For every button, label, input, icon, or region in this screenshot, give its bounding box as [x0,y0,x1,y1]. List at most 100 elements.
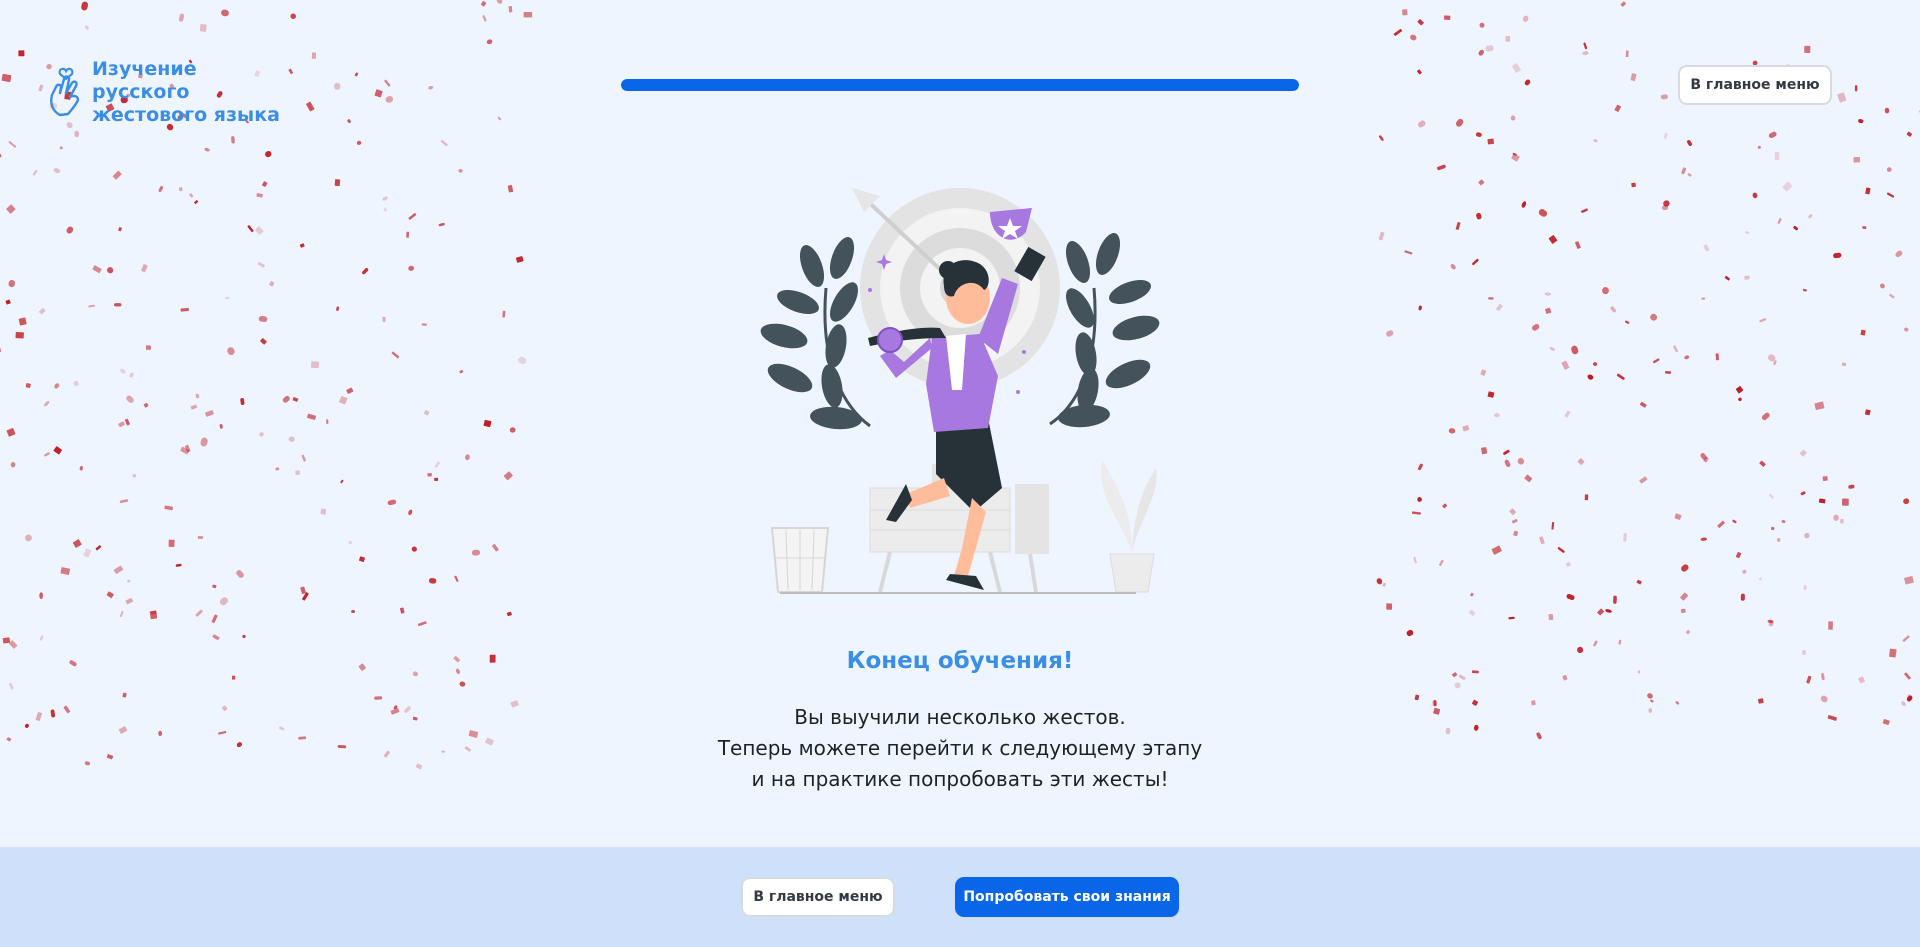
confetti-piece [1752,192,1758,199]
confetti-piece [483,419,492,428]
confetti-piece [1904,575,1914,585]
confetti-piece [1687,173,1692,177]
confetti-piece [347,119,351,124]
confetti-piece [180,446,190,455]
confetti-piece [292,397,299,402]
confetti-piece [1522,15,1529,22]
confetti-piece [1503,449,1510,455]
confetti-piece [458,168,463,173]
confetti-piece [486,39,493,45]
confetti-piece [1411,511,1421,515]
confetti-piece [282,395,290,403]
confetti-piece [25,383,31,389]
confetti-piece [1804,45,1811,54]
confetti-piece [1593,139,1598,143]
try-knowledge-button[interactable]: Попробовать свои знания [955,877,1179,917]
confetti-piece [1410,34,1417,41]
app-logo[interactable]: Изучение русского жестового языка [46,58,292,127]
confetti-piece [1565,562,1571,567]
confetti-piece [1455,221,1461,230]
confetti-piece [164,505,173,511]
finish-message-line: Теперь можете перейти к следующему этапу [717,736,1203,760]
confetti-piece [1524,474,1533,483]
confetti-piece [1548,613,1554,621]
confetti-piece [320,508,327,515]
confetti-piece [497,116,502,121]
confetti-piece [113,565,124,574]
confetti-piece [1680,592,1689,601]
confetti-piece [106,591,114,599]
confetti-piece [1886,192,1895,198]
confetti-piece [126,395,134,403]
app-title: Изучение русского жестового языка [92,58,280,126]
confetti-piece [1903,498,1910,505]
confetti-piece [1647,693,1653,699]
confetti-piece [60,567,71,576]
confetti-piece [1538,209,1548,217]
confetti-piece [150,610,157,615]
confetti-piece [1442,503,1448,509]
confetti-piece [406,231,410,238]
confetti-piece [1438,559,1444,567]
confetti-piece [1566,593,1575,600]
confetti-piece [8,140,17,148]
confetti-piece [1564,410,1571,418]
confetti-piece [1561,360,1570,370]
confetti-piece [224,296,230,300]
confetti-piece [265,150,272,158]
confetti-piece [1631,182,1636,188]
confetti-piece [1740,593,1745,601]
confetti-piece [411,546,417,552]
confetti-piece [158,185,164,192]
confetti-piece [1512,63,1521,73]
confetti-piece [6,204,16,214]
confetti-piece [1470,592,1474,597]
main-menu-button-bottom[interactable]: В главное меню [741,877,895,917]
confetti-piece [399,607,405,614]
confetti-piece [1828,621,1833,630]
confetti-piece [508,6,513,13]
confetti-piece [1804,532,1810,539]
confetti-piece [1680,608,1686,614]
confetti-piece [59,146,63,150]
confetti-piece [143,402,149,408]
confetti-piece [129,372,134,378]
confetti-piece [1686,140,1693,147]
confetti-piece [1886,167,1892,172]
confetti-piece [1700,453,1707,460]
confetti-piece [438,222,445,227]
main-menu-button-top[interactable]: В главное меню [1678,65,1832,105]
confetti-piece [247,225,254,233]
confetti-piece [496,0,503,4]
confetti-piece [1661,205,1669,211]
confetti-piece [507,185,514,193]
confetti-piece [231,136,235,144]
confetti-piece [1742,569,1747,574]
confetti-piece [125,598,134,605]
confetti-piece [204,147,210,152]
confetti-piece [301,454,307,462]
confetti-piece [348,540,353,545]
confetti-piece [1386,603,1393,610]
finish-title: Конец обучения! [846,648,1074,674]
confetti-piece [1732,519,1737,524]
confetti-piece [385,96,394,103]
confetti-piece [480,0,487,7]
confetti-piece [1491,545,1502,555]
confetti-piece [454,575,459,582]
confetti-piece [44,400,50,407]
confetti-piece [1478,49,1484,56]
confetti-piece [299,243,305,248]
confetti-piece [518,356,527,365]
confetti-piece [1884,107,1890,114]
confetti-piece [24,534,32,542]
confetti-piece [1511,518,1518,524]
confetti-piece [175,563,182,567]
laurel-left-image [760,237,871,430]
confetti-piece [383,207,387,212]
confetti-piece [88,304,95,308]
confetti-piece [195,609,203,617]
confetti-piece [1593,362,1598,367]
confetti-piece [1715,353,1719,361]
confetti-piece [334,82,341,90]
